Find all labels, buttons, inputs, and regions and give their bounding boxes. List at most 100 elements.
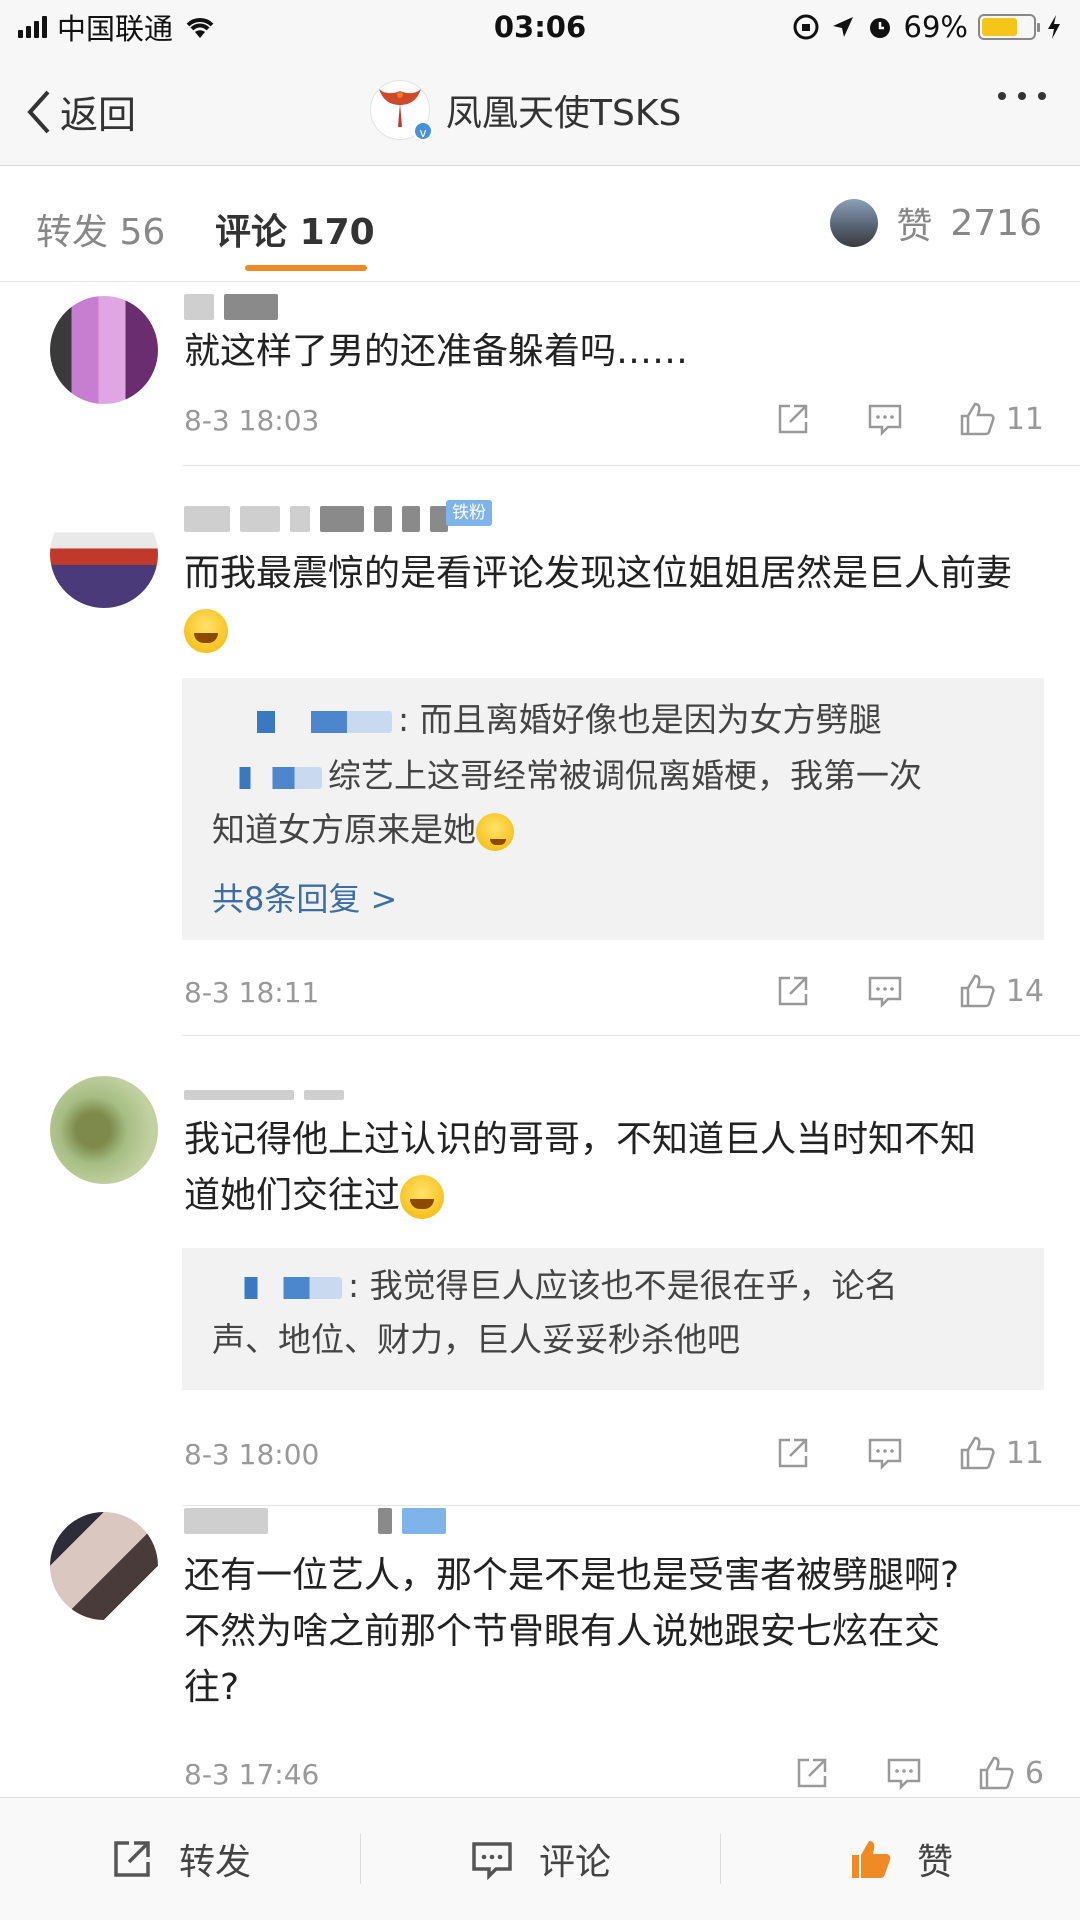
nav-bar: 返回 v 凤凰天使TSKS xyxy=(0,54,1080,166)
back-button[interactable]: 返回 xyxy=(26,84,136,139)
reply-text: 声、地位、财力，巨人妥妥秒杀他吧 xyxy=(212,1320,740,1359)
share-icon xyxy=(114,1841,150,1877)
comment-meta: 8-3 18:11 14 xyxy=(184,972,1044,1012)
share-icon[interactable] xyxy=(793,1754,831,1792)
avatar[interactable] xyxy=(50,296,158,404)
reply-text: 知道女方原来是她 xyxy=(212,810,476,849)
comment-actions: 11 xyxy=(774,400,1044,438)
comment-text-line: 我记得他上过认识的哥哥，不知道巨人当时知不知 xyxy=(184,1119,977,1160)
comment-text-line: 还有一位艺人，那个是不是也是受害者被劈腿啊? xyxy=(184,1555,960,1596)
reply-username-blurred[interactable] xyxy=(212,766,322,789)
comment-icon xyxy=(472,1842,512,1881)
share-icon[interactable] xyxy=(774,400,812,438)
reply-text: : 我觉得巨人应该也不是很在乎，论名 xyxy=(348,1266,898,1305)
comment-meta: 8-3 17:46 6 xyxy=(184,1754,1044,1794)
username-blurred[interactable] xyxy=(184,1508,446,1534)
reply-item: : 而且离婚好像也是因为女方劈腿 xyxy=(212,694,1014,746)
comment-meta: 8-3 18:00 11 xyxy=(184,1434,1044,1474)
avatar[interactable] xyxy=(50,1076,158,1184)
comment-item: 还有一位艺人，那个是不是也是受害者被劈腿啊? 不然为啥之前那个节骨眼有人说她跟安… xyxy=(0,1506,1080,1796)
more-options-icon[interactable] xyxy=(998,92,1046,100)
status-left: 中国联通 xyxy=(18,6,217,48)
comment-text: 我记得他上过认识的哥哥，不知道巨人当时知不知 道她们交往过 xyxy=(184,1112,1044,1224)
like-label: 赞 xyxy=(916,1842,953,1883)
comment-actions: 14 xyxy=(774,972,1044,1010)
repost-label: 转发 xyxy=(178,1842,251,1883)
laugh-cry-emoji-icon xyxy=(400,1175,445,1219)
thumbs-up-icon xyxy=(960,974,995,1008)
phoenix-logo: v xyxy=(370,80,433,141)
battery-percent: 69% xyxy=(903,10,968,44)
username-blurred[interactable] xyxy=(184,294,278,320)
signal-icon xyxy=(18,16,47,38)
reply-item: : 我觉得巨人应该也不是很在乎，论名 xyxy=(212,1260,1014,1312)
comment-label: 评论 xyxy=(538,1842,611,1883)
account-title[interactable]: v 凤凰天使TSKS xyxy=(370,80,682,141)
verified-icon: v xyxy=(413,121,433,141)
comment-time: 8-3 18:11 xyxy=(184,976,320,1009)
thumbs-up-filled-icon xyxy=(851,1841,891,1878)
like-button[interactable]: 6 xyxy=(977,1754,1044,1792)
account-name: 凤凰天使TSKS xyxy=(446,93,682,134)
comment-icon[interactable] xyxy=(866,972,904,1010)
comment-text-body: 道她们交往过 xyxy=(184,1175,401,1216)
comment-meta: 8-3 18:03 11 xyxy=(184,400,1044,440)
sweat-emoji-icon xyxy=(476,812,514,851)
avatar[interactable] xyxy=(50,500,158,608)
reply-box[interactable]: : 我觉得巨人应该也不是很在乎，论名 声、地位、财力，巨人妥妥秒杀他吧 xyxy=(182,1248,1044,1390)
like-post-button[interactable]: 赞 xyxy=(720,1798,1080,1920)
status-bar: 中国联通 03:06 69% xyxy=(0,0,1080,54)
tab-likes[interactable]: 赞 2716 xyxy=(830,197,1042,249)
tab-bar: 转发 56 评论 170 赞 2716 xyxy=(0,167,1080,282)
reply-item: 综艺上这哥经常被调侃离婚梗，我第一次 xyxy=(212,750,1014,802)
carrier-name: 中国联通 xyxy=(57,12,174,46)
like-button[interactable]: 11 xyxy=(958,1434,1044,1472)
back-label: 返回 xyxy=(60,93,137,137)
like-count: 11 xyxy=(1005,1435,1044,1471)
comment-button[interactable]: 评论 xyxy=(360,1798,720,1920)
comment-text: 就这样了男的还准备躲着吗…… xyxy=(184,331,689,372)
more-replies-link[interactable]: 共8条回复 > xyxy=(212,874,397,920)
location-icon xyxy=(832,17,853,37)
tab-comment-count: 170 xyxy=(299,212,375,253)
fan-badge: 铁粉 xyxy=(446,500,492,526)
share-icon[interactable] xyxy=(774,972,812,1010)
like-button[interactable]: 14 xyxy=(958,972,1044,1010)
laugh-cry-emoji-icon xyxy=(184,609,228,653)
comment-actions: 11 xyxy=(774,1434,1044,1472)
comment-item: 铁粉 而我最震惊的是看评论发现这位姐姐居然是巨人前妻 : 而且离婚好像也是因为女… xyxy=(0,466,1080,1036)
thumbs-up-icon xyxy=(979,1756,1014,1790)
bottom-action-bar: 转发 评论 赞 xyxy=(0,1797,1080,1920)
reply-text: 综艺上这哥经常被调侃离婚梗，我第一次 xyxy=(328,756,922,795)
chevron-left-icon xyxy=(27,90,50,133)
share-icon[interactable] xyxy=(774,1434,812,1472)
orientation-lock-icon xyxy=(793,14,819,40)
tab-repost[interactable]: 转发 56 xyxy=(36,203,165,255)
username-blurred[interactable] xyxy=(184,1090,344,1100)
status-right: 69% xyxy=(792,10,1062,44)
repost-button[interactable]: 转发 xyxy=(0,1798,360,1920)
thumbs-up-icon xyxy=(960,402,995,436)
reply-item-continued: 声、地位、财力，巨人妥妥秒杀他吧 xyxy=(212,1314,1014,1366)
charging-icon xyxy=(1048,15,1060,39)
comment-item: 我记得他上过认识的哥哥，不知道巨人当时知不知 道她们交往过 : 我觉得巨人应该也… xyxy=(0,1036,1080,1506)
comment-item: 就这样了男的还准备躲着吗…… 8-3 18:03 11 xyxy=(0,282,1080,466)
reply-username-blurred[interactable] xyxy=(212,1276,342,1299)
reply-item-continued: 知道女方原来是她 xyxy=(212,804,1014,856)
tab-like-count: 2716 xyxy=(950,202,1042,244)
tab-like-label: 赞 xyxy=(896,206,933,247)
comment-text: 还有一位艺人，那个是不是也是受害者被劈腿啊? 不然为啥之前那个节骨眼有人说她跟安… xyxy=(184,1548,1044,1716)
comment-icon[interactable] xyxy=(885,1754,923,1792)
tab-repost-count: 56 xyxy=(119,212,166,253)
comment-text: 而我最震惊的是看评论发现这位姐姐居然是巨人前妻 xyxy=(184,546,1044,658)
comment-text-line: 往? xyxy=(184,1667,240,1708)
like-button[interactable]: 11 xyxy=(958,400,1044,438)
reply-box[interactable]: : 而且离婚好像也是因为女方劈腿 综艺上这哥经常被调侃离婚梗，我第一次 知道女方… xyxy=(182,678,1044,940)
reply-username-blurred[interactable] xyxy=(212,710,392,733)
wifi-icon xyxy=(186,18,214,38)
comment-icon[interactable] xyxy=(866,1434,904,1472)
avatar[interactable] xyxy=(50,1512,158,1620)
like-count: 14 xyxy=(1005,973,1044,1009)
comment-icon[interactable] xyxy=(866,400,904,438)
username-blurred[interactable] xyxy=(184,506,448,532)
